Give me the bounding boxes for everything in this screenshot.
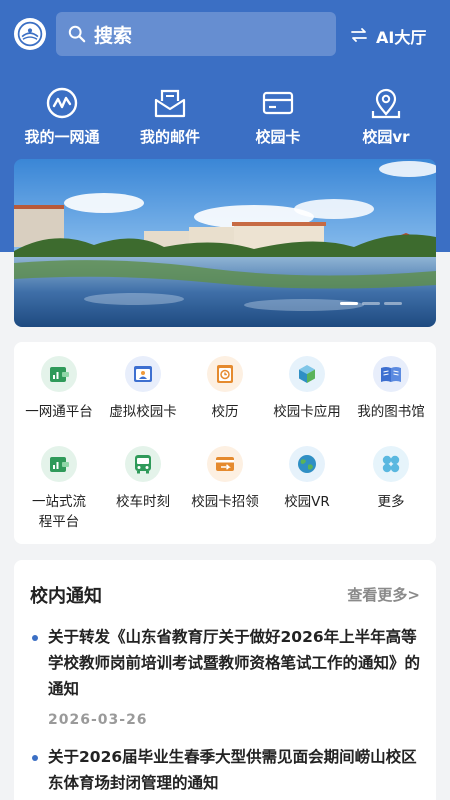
app-label: 一站式流程平台 (32, 494, 86, 530)
bus-icon (135, 455, 151, 474)
app-icon-bg (125, 356, 161, 392)
cube-icon (299, 365, 315, 383)
app-label: 我的图书馆 (357, 404, 425, 420)
quick-action-label: 我的一网通 (24, 128, 100, 146)
app-icon-bg (207, 356, 243, 392)
notice-date: 2026-03-26 (48, 712, 148, 728)
search-placeholder: 搜索 (94, 24, 133, 47)
card-return-icon (216, 457, 234, 471)
quick-action-label: 校园卡 (255, 128, 301, 146)
notice-item[interactable]: 关于转发《山东省教育厅关于做好2026年上半年高等学校教师岗前培训考试暨教师资格… (30, 624, 422, 728)
calendar-clock-icon (217, 365, 233, 383)
quick-action-label: 我的邮件 (139, 128, 200, 146)
app-icon-bg (289, 446, 325, 482)
app-label: 校园VR (284, 494, 330, 510)
mail-tray-icon (154, 89, 186, 118)
carousel-dot[interactable] (362, 302, 380, 305)
wallet-chart-icon (50, 457, 69, 472)
app-grid: 一网通平台 虚拟校园卡 校历 校园卡应用 我的图书馆 一站式流程平台 校车时刻 … (14, 342, 436, 544)
notice-bullet (32, 635, 38, 641)
app-school-calendar[interactable]: 校历 (183, 356, 267, 422)
view-more-link[interactable]: 查看更多> (347, 584, 420, 605)
quick-action-label: 校园vr (362, 128, 410, 146)
carousel-dot[interactable] (340, 302, 358, 305)
app-label: 校园卡招领 (191, 494, 259, 510)
app-label: 更多 (377, 494, 405, 510)
app-virtual-campus-card[interactable]: 虚拟校园卡 (101, 356, 185, 422)
quick-action-mail[interactable]: 我的邮件 (120, 86, 220, 147)
app-shuttle-schedule[interactable]: 校车时刻 (101, 446, 185, 512)
app-campus-vr[interactable]: 校园VR (265, 446, 349, 512)
app-icon-bg (207, 446, 243, 482)
app-one-stop-process[interactable]: 一站式流程平台 (17, 446, 101, 532)
app-icon-bg (41, 356, 77, 392)
pulse-circle-icon (46, 87, 78, 119)
globe-icon (298, 455, 316, 473)
app-label: 一网通平台 (25, 404, 93, 420)
app-icon-bg (289, 356, 325, 392)
app-campus-card-apps[interactable]: 校园卡应用 (265, 356, 349, 422)
app-icon-bg (41, 446, 77, 482)
app-label: 校历 (211, 404, 239, 420)
ai-hall-button[interactable]: AI大厅 (376, 24, 426, 48)
open-book-icon (381, 367, 401, 382)
university-logo[interactable] (14, 18, 46, 50)
app-label: 虚拟校园卡 (109, 404, 177, 420)
app-label: 校车时刻 (116, 494, 170, 510)
virtual-card-icon (134, 366, 152, 382)
top-bar: 搜索 AI大厅 (0, 12, 450, 58)
notice-title: 关于转发《山东省教育厅关于做好2026年上半年高等学校教师岗前培训考试暨教师资格… (48, 628, 421, 698)
clover-icon (382, 455, 400, 473)
app-icon-bg (373, 356, 409, 392)
notices-title: 校内通知 (30, 586, 102, 607)
app-icon-bg (373, 446, 409, 482)
notice-item[interactable]: 关于2026届毕业生春季大型供需见面会期间崂山校区东体育场封闭管理的通知 (30, 744, 422, 796)
app-icon-bg (125, 446, 161, 482)
quick-actions: 我的一网通 我的邮件 校园卡 校园vr (0, 86, 450, 156)
notice-bullet (32, 755, 38, 761)
carousel-dot[interactable] (384, 302, 402, 305)
quick-action-campus-vr[interactable]: 校园vr (336, 86, 436, 147)
quick-action-one-net[interactable]: 我的一网通 (12, 86, 112, 147)
search-bar[interactable]: 搜索 (56, 12, 336, 56)
app-card-lost-found[interactable]: 校园卡招领 (183, 446, 267, 512)
card-icon (262, 91, 294, 115)
university-emblem-icon (17, 21, 43, 47)
location-pin-icon (371, 88, 401, 119)
wallet-chart-icon (50, 367, 69, 382)
campus-banner-carousel[interactable] (14, 159, 436, 327)
campus-notices-section: 校内通知 查看更多> 关于转发《山东省教育厅关于做好2026年上半年高等学校教师… (14, 560, 436, 800)
app-my-library[interactable]: 我的图书馆 (349, 356, 433, 422)
app-one-net-platform[interactable]: 一网通平台 (17, 356, 101, 422)
search-icon (68, 25, 86, 43)
app-more[interactable]: 更多 (349, 446, 433, 512)
app-label: 校园卡应用 (273, 404, 341, 420)
quick-action-campus-card[interactable]: 校园卡 (228, 86, 328, 147)
switch-arrows-icon[interactable] (350, 26, 368, 44)
carousel-indicator (340, 302, 402, 305)
notice-title: 关于2026届毕业生春季大型供需见面会期间崂山校区东体育场封闭管理的通知 (48, 748, 417, 792)
